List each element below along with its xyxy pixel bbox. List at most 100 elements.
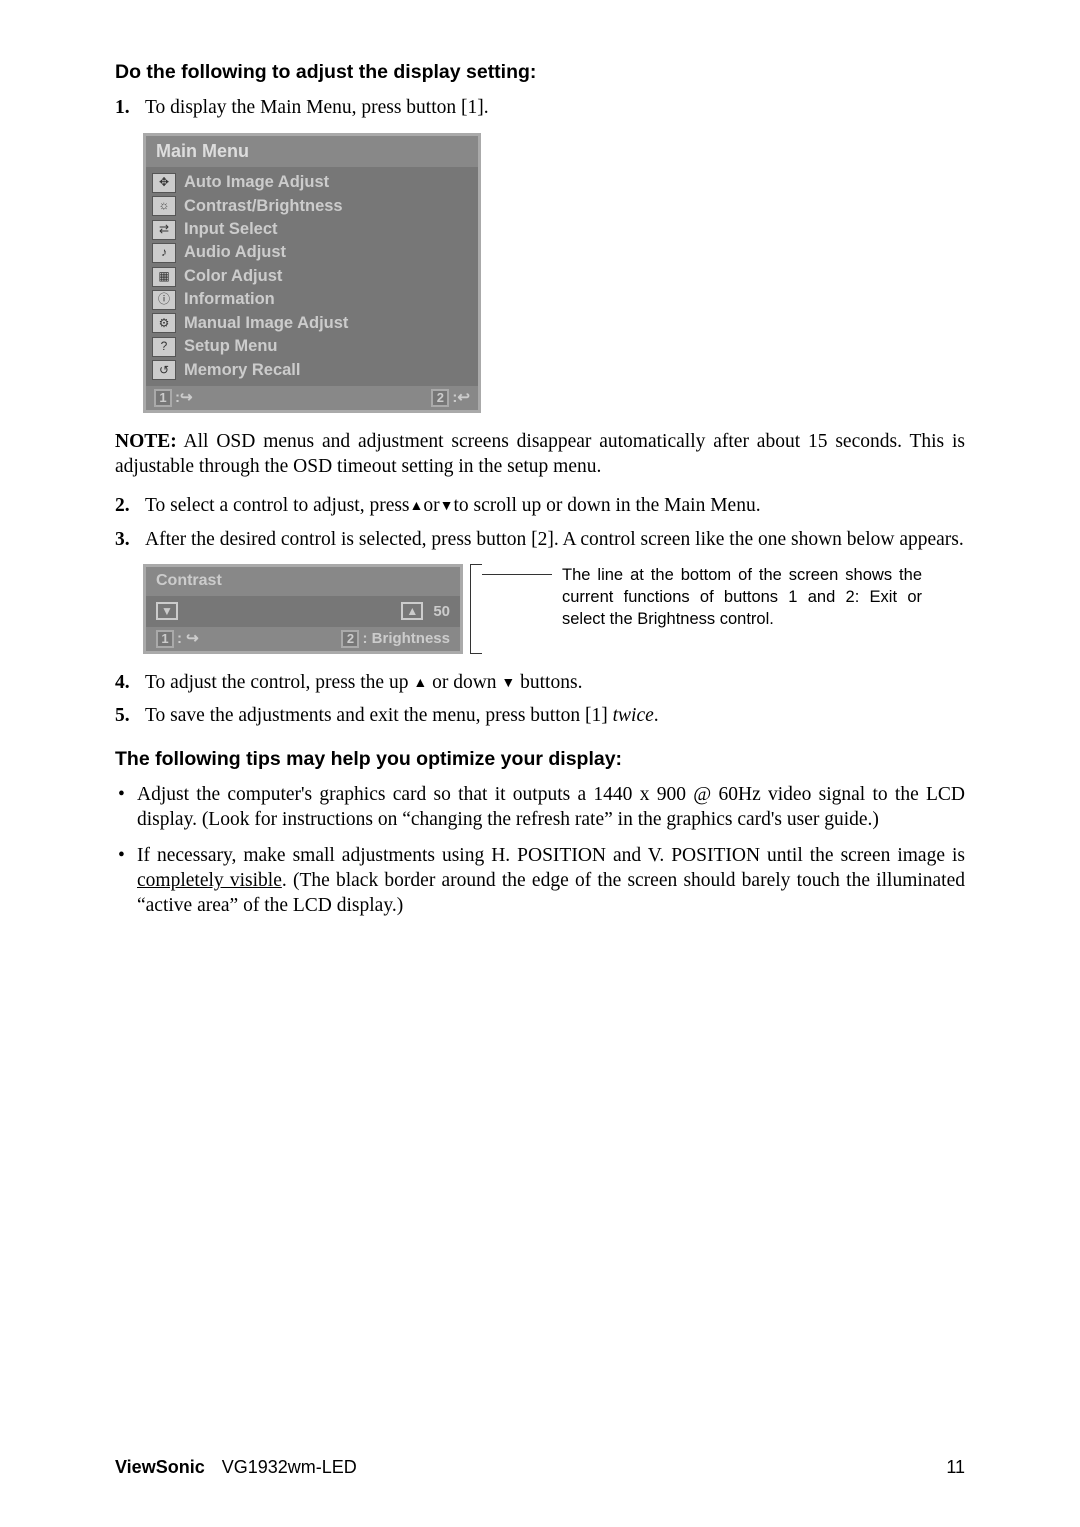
osd-label: Input Select <box>184 219 278 240</box>
tip-2-text-a: If necessary, make small adjustments usi… <box>137 845 965 866</box>
auto-image-adjust-icon: ✥ <box>152 173 176 193</box>
osd-contrast-body: ▼ ▲ 50 <box>146 596 460 628</box>
heading-tips: The following tips may help you optimize… <box>115 747 965 772</box>
osd-main-title: Main Menu <box>146 136 478 167</box>
information-icon: ⓘ <box>152 290 176 310</box>
osd-label: Color Adjust <box>184 266 282 287</box>
note-paragraph: NOTE: All OSD menus and adjustment scree… <box>115 429 965 480</box>
osd-item-setup-menu: ? Setup Menu <box>152 335 472 358</box>
osd-contrast-foot-right: 2: Brightness <box>341 629 450 649</box>
step-5-twice: twice <box>613 705 654 726</box>
osd-item-audio-adjust: ♪ Audio Adjust <box>152 241 472 264</box>
osd-item-color-adjust: ▦ Color Adjust <box>152 265 472 288</box>
exit-icon: ↪ <box>186 630 199 647</box>
down-arrow-box-icon: ▼ <box>156 602 178 620</box>
contrast-brightness-icon: ☼ <box>152 196 176 216</box>
osd-label: Memory Recall <box>184 360 300 381</box>
osd-item-memory-recall: ↺ Memory Recall <box>152 359 472 382</box>
exit-icon: ↪ <box>180 388 193 408</box>
memory-recall-icon: ↺ <box>152 360 176 380</box>
osd-footer-key-1: 1: ↪ <box>154 388 193 408</box>
footer-left: ViewSonic VG1932wm-LED <box>115 1456 357 1479</box>
note-text: All OSD menus and adjustment screens dis… <box>115 431 965 477</box>
up-arrow-icon: ▲ <box>413 675 427 693</box>
step-2-text-b: or <box>423 495 439 516</box>
step-2-num: 2. <box>115 493 145 518</box>
step-3: 3. After the desired control is selected… <box>115 527 965 552</box>
footer-model: VG1932wm-LED <box>222 1457 357 1477</box>
page-footer: ViewSonic VG1932wm-LED 11 <box>115 1456 965 1479</box>
osd-item-information: ⓘ Information <box>152 288 472 311</box>
setup-menu-icon: ? <box>152 337 176 357</box>
up-arrow-box-icon: ▲ <box>401 602 423 620</box>
osd-label: Audio Adjust <box>184 242 286 263</box>
step-4-text-b: or down <box>427 672 501 693</box>
key-2-box: 2 <box>431 389 449 407</box>
note-label: NOTE: <box>115 431 177 452</box>
tip-2-text: If necessary, make small adjustments usi… <box>137 843 965 919</box>
manual-image-adjust-icon: ⚙ <box>152 313 176 333</box>
osd-label: Manual Image Adjust <box>184 313 348 334</box>
osd-contrast-box: Contrast ▼ ▲ 50 1: ↪ 2: Brightness <box>143 564 463 654</box>
step-2-text-a: To select a control to adjust, press <box>145 495 410 516</box>
osd-item-contrast-brightness: ☼ Contrast/Brightness <box>152 195 472 218</box>
osd-contrast-up-group: ▲ 50 <box>401 602 450 622</box>
osd-label: Auto Image Adjust <box>184 172 329 193</box>
osd-main-footer: 1: ↪ 2: ↩ <box>146 386 478 410</box>
osd-item-input-select: ⇄ Input Select <box>152 218 472 241</box>
step-5-text-a: To save the adjustments and exit the men… <box>145 705 613 726</box>
tip-2-underline: completely visible <box>137 870 282 891</box>
step-5-text-b: . <box>654 705 659 726</box>
step-1-text: To display the Main Menu, press button [… <box>145 95 965 120</box>
step-5: 5. To save the adjustments and exit the … <box>115 703 965 728</box>
osd-label: Setup Menu <box>184 336 278 357</box>
step-4-text: To adjust the control, press the up ▲ or… <box>145 670 965 695</box>
osd-main-menu: Main Menu ✥ Auto Image Adjust ☼ Contrast… <box>143 133 481 413</box>
tip-2: • If necessary, make small adjustments u… <box>115 843 965 919</box>
tip-1-text: Adjust the computer's graphics card so t… <box>137 782 965 833</box>
osd-contrast-foot-left: 1: ↪ <box>156 629 199 649</box>
osd-item-auto-image-adjust: ✥ Auto Image Adjust <box>152 171 472 194</box>
page-number: 11 <box>946 1456 965 1479</box>
step-5-text: To save the adjustments and exit the men… <box>145 703 965 728</box>
bullet-dot: • <box>115 843 137 919</box>
osd-contrast-footer: 1: ↪ 2: Brightness <box>146 627 460 651</box>
footer-brand: ViewSonic <box>115 1457 205 1477</box>
osd-contrast-down-group: ▼ <box>156 602 178 620</box>
input-select-icon: ⇄ <box>152 220 176 240</box>
osd-contrast-title: Contrast <box>146 567 460 596</box>
osd-contrast-foot-right-label: : Brightness <box>362 630 450 647</box>
callout-line <box>482 574 552 575</box>
callout-bracket <box>470 564 482 654</box>
color-adjust-icon: ▦ <box>152 267 176 287</box>
tip-1: • Adjust the computer's graphics card so… <box>115 782 965 833</box>
step-3-num: 3. <box>115 527 145 552</box>
heading-adjust: Do the following to adjust the display s… <box>115 60 965 85</box>
contrast-example-wrap: Contrast ▼ ▲ 50 1: ↪ 2: Brightness The l… <box>143 564 965 654</box>
osd-footer-key-2: 2: ↩ <box>431 388 470 408</box>
osd-contrast-value: 50 <box>433 602 450 622</box>
step-1: 1. To display the Main Menu, press butto… <box>115 95 965 120</box>
step-1-num: 1. <box>115 95 145 120</box>
osd-label: Information <box>184 289 275 310</box>
step-4: 4. To adjust the control, press the up ▲… <box>115 670 965 695</box>
step-2: 2. To select a control to adjust, press▲… <box>115 493 965 518</box>
down-arrow-icon: ▼ <box>501 675 515 693</box>
osd-label: Contrast/Brightness <box>184 196 343 217</box>
step-5-num: 5. <box>115 703 145 728</box>
bullet-dot: • <box>115 782 137 833</box>
step-4-text-a: To adjust the control, press the up <box>145 672 413 693</box>
audio-adjust-icon: ♪ <box>152 243 176 263</box>
osd-item-manual-image-adjust: ⚙ Manual Image Adjust <box>152 312 472 335</box>
enter-icon: ↩ <box>457 388 470 408</box>
up-arrow-icon: ▲ <box>410 498 424 516</box>
down-arrow-icon: ▼ <box>440 498 454 516</box>
step-3-text: After the desired control is selected, p… <box>145 527 965 552</box>
step-4-text-c: buttons. <box>515 672 582 693</box>
key-2-box: 2 <box>341 630 359 648</box>
key-1-box: 1 <box>156 630 174 648</box>
step-2-text: To select a control to adjust, press▲or▼… <box>145 493 965 518</box>
step-4-num: 4. <box>115 670 145 695</box>
step-2-text-c: to scroll up or down in the Main Menu. <box>454 495 761 516</box>
osd-main-body: ✥ Auto Image Adjust ☼ Contrast/Brightnes… <box>146 167 478 386</box>
